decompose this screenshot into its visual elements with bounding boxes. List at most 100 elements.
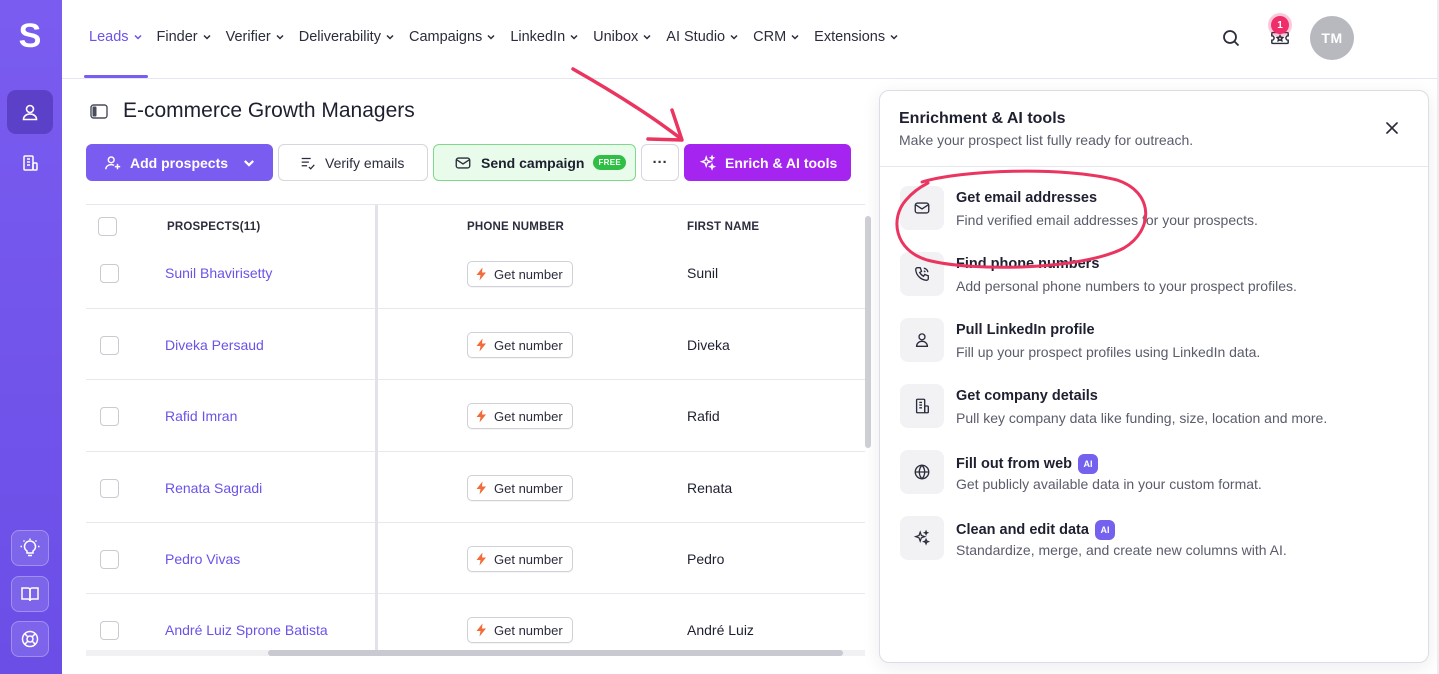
- send-campaign-button[interactable]: Send campaign FREE: [433, 144, 636, 181]
- tool-clean-and-edit-data[interactable]: Clean and edit data AI Standardize, merge…: [900, 516, 1410, 566]
- panel-subtitle: Make your prospect list fully ready for …: [899, 132, 1194, 148]
- lightning-icon: [476, 623, 486, 637]
- get-number-button[interactable]: Get number: [467, 475, 573, 501]
- row-checkbox[interactable]: [100, 264, 119, 283]
- left-rail: S: [0, 0, 62, 674]
- person-icon: [22, 104, 38, 121]
- nav-item-leads[interactable]: Leads: [89, 29, 143, 45]
- table-row: Diveka Persaud Get number Diveka: [86, 309, 865, 380]
- nav-item-extensions[interactable]: Extensions: [814, 29, 899, 45]
- nav-item-ai-studio[interactable]: AI Studio: [666, 29, 739, 45]
- row-checkbox[interactable]: [100, 407, 119, 426]
- table-row: André Luiz Sprone Batista Get number And…: [86, 594, 865, 650]
- nav-item-deliverability[interactable]: Deliverability: [299, 29, 395, 45]
- prospect-name-link[interactable]: Renata Sagradi: [165, 480, 262, 496]
- first-name-cell: Diveka: [687, 337, 730, 353]
- enrichment-panel: Enrichment & AI tools Make your prospect…: [879, 90, 1429, 663]
- nav-item-verifier[interactable]: Verifier: [226, 29, 285, 45]
- prospect-name-link[interactable]: Sunil Bhavirisetty: [165, 265, 272, 281]
- row-checkbox[interactable]: [100, 479, 119, 498]
- tool-pull-linkedin-profile[interactable]: Pull LinkedIn profile Fill up your prosp…: [900, 318, 1410, 368]
- lightbulb-icon: [20, 538, 40, 557]
- ai-badge: AI: [1078, 454, 1098, 474]
- vertical-scrollbar[interactable]: [865, 216, 871, 448]
- enrich-ai-tools-button[interactable]: Enrich & AI tools: [684, 144, 851, 181]
- chevron-down-icon: [386, 34, 394, 40]
- tool-description: Fill up your prospect profiles using Lin…: [956, 344, 1261, 360]
- more-icon: ···: [652, 154, 668, 171]
- rail-docs-button[interactable]: [11, 576, 49, 612]
- tool-fill-out-from-web[interactable]: Fill out from web AI Get publicly availab…: [900, 450, 1410, 500]
- horizontal-scrollbar[interactable]: [268, 650, 843, 656]
- tool-description: Get publicly available data in your cust…: [956, 476, 1262, 492]
- first-name-cell: Rafid: [687, 408, 720, 424]
- tool-find-phone-numbers[interactable]: Find phone numbers Add personal phone nu…: [900, 252, 1410, 302]
- tool-description: Find verified email addresses for your p…: [956, 212, 1258, 228]
- more-options-button[interactable]: ···: [641, 144, 679, 181]
- prospect-name-link[interactable]: Diveka Persaud: [165, 337, 264, 353]
- tool-description: Add personal phone numbers to your prosp…: [956, 278, 1297, 294]
- get-number-button[interactable]: Get number: [467, 261, 573, 287]
- chevron-down-icon: [244, 159, 255, 167]
- chevron-down-icon: [487, 34, 495, 40]
- chevron-down-icon: [203, 34, 211, 40]
- nav-item-unibox[interactable]: Unibox: [593, 29, 652, 45]
- ai-badge: AI: [1094, 520, 1115, 540]
- row-checkbox[interactable]: [100, 336, 119, 355]
- table-row: Sunil Bhavirisetty Get number Sunil: [86, 238, 865, 309]
- nav-item-linkedin[interactable]: LinkedIn: [510, 29, 579, 45]
- select-all-checkbox[interactable]: [98, 217, 117, 236]
- tool-name: Get email addresses: [956, 190, 1098, 206]
- nav-item-campaigns[interactable]: Campaigns: [409, 29, 496, 45]
- search-button[interactable]: [1220, 27, 1242, 49]
- globe-icon: [914, 464, 930, 480]
- first-name-cell: André Luiz: [687, 622, 754, 638]
- row-checkbox[interactable]: [100, 550, 119, 569]
- nav-item-crm[interactable]: CRM: [753, 29, 800, 45]
- table-row: Renata Sagradi Get number Renata: [86, 452, 865, 523]
- tool-get-company-details[interactable]: Get company details Pull key company dat…: [900, 384, 1410, 434]
- rail-companies-button[interactable]: [7, 141, 53, 185]
- building-icon: [915, 398, 929, 414]
- panel-title: Enrichment & AI tools: [899, 110, 1066, 127]
- envelope-icon: [914, 202, 930, 214]
- rail-ideas-button[interactable]: [11, 530, 49, 566]
- get-number-button[interactable]: Get number: [467, 617, 573, 643]
- get-number-button[interactable]: Get number: [467, 403, 573, 429]
- tool-name: Find phone numbers: [956, 256, 1100, 272]
- person-icon: [915, 333, 929, 347]
- tool-name: Get company details: [956, 388, 1098, 404]
- close-icon[interactable]: [1383, 119, 1401, 137]
- column-header-first-name[interactable]: FIRST NAME: [687, 221, 759, 233]
- get-number-button[interactable]: Get number: [467, 546, 573, 572]
- add-prospects-button[interactable]: Add prospects: [86, 144, 273, 181]
- tool-get-email-addresses[interactable]: Get email addresses Find verified email …: [900, 186, 1410, 236]
- rail-help-button[interactable]: [11, 621, 49, 657]
- prospect-name-link[interactable]: Rafid Imran: [165, 408, 237, 424]
- column-header-prospects[interactable]: PROSPECTS(11): [167, 221, 260, 233]
- verify-emails-button[interactable]: Verify emails: [278, 144, 428, 181]
- lightning-icon: [476, 552, 486, 566]
- tool-description: Pull key company data like funding, size…: [956, 410, 1328, 426]
- get-number-button[interactable]: Get number: [467, 332, 573, 358]
- free-badge: FREE: [593, 155, 627, 170]
- building-list-icon: [23, 155, 38, 171]
- tool-name: Clean and edit data: [956, 522, 1089, 538]
- chevron-down-icon: [643, 34, 651, 40]
- lightning-icon: [476, 409, 486, 423]
- sparkle-icon: [913, 529, 931, 546]
- panel-divider: [880, 166, 1428, 167]
- user-avatar[interactable]: TM: [1310, 16, 1354, 60]
- lightning-icon: [476, 267, 486, 281]
- row-checkbox[interactable]: [100, 621, 119, 640]
- prospect-name-link[interactable]: Pedro Vivas: [165, 551, 240, 567]
- rail-leads-button[interactable]: [7, 90, 53, 134]
- prospect-name-link[interactable]: André Luiz Sprone Batista: [165, 622, 328, 638]
- app-logo[interactable]: S: [17, 19, 43, 53]
- sidebar-toggle-icon[interactable]: [90, 104, 108, 119]
- column-header-phone[interactable]: PHONE NUMBER: [467, 221, 564, 233]
- sparkle-icon: [699, 153, 717, 171]
- nav-item-finder[interactable]: Finder: [157, 29, 212, 45]
- first-name-cell: Pedro: [687, 551, 725, 567]
- list-check-icon: [301, 157, 315, 170]
